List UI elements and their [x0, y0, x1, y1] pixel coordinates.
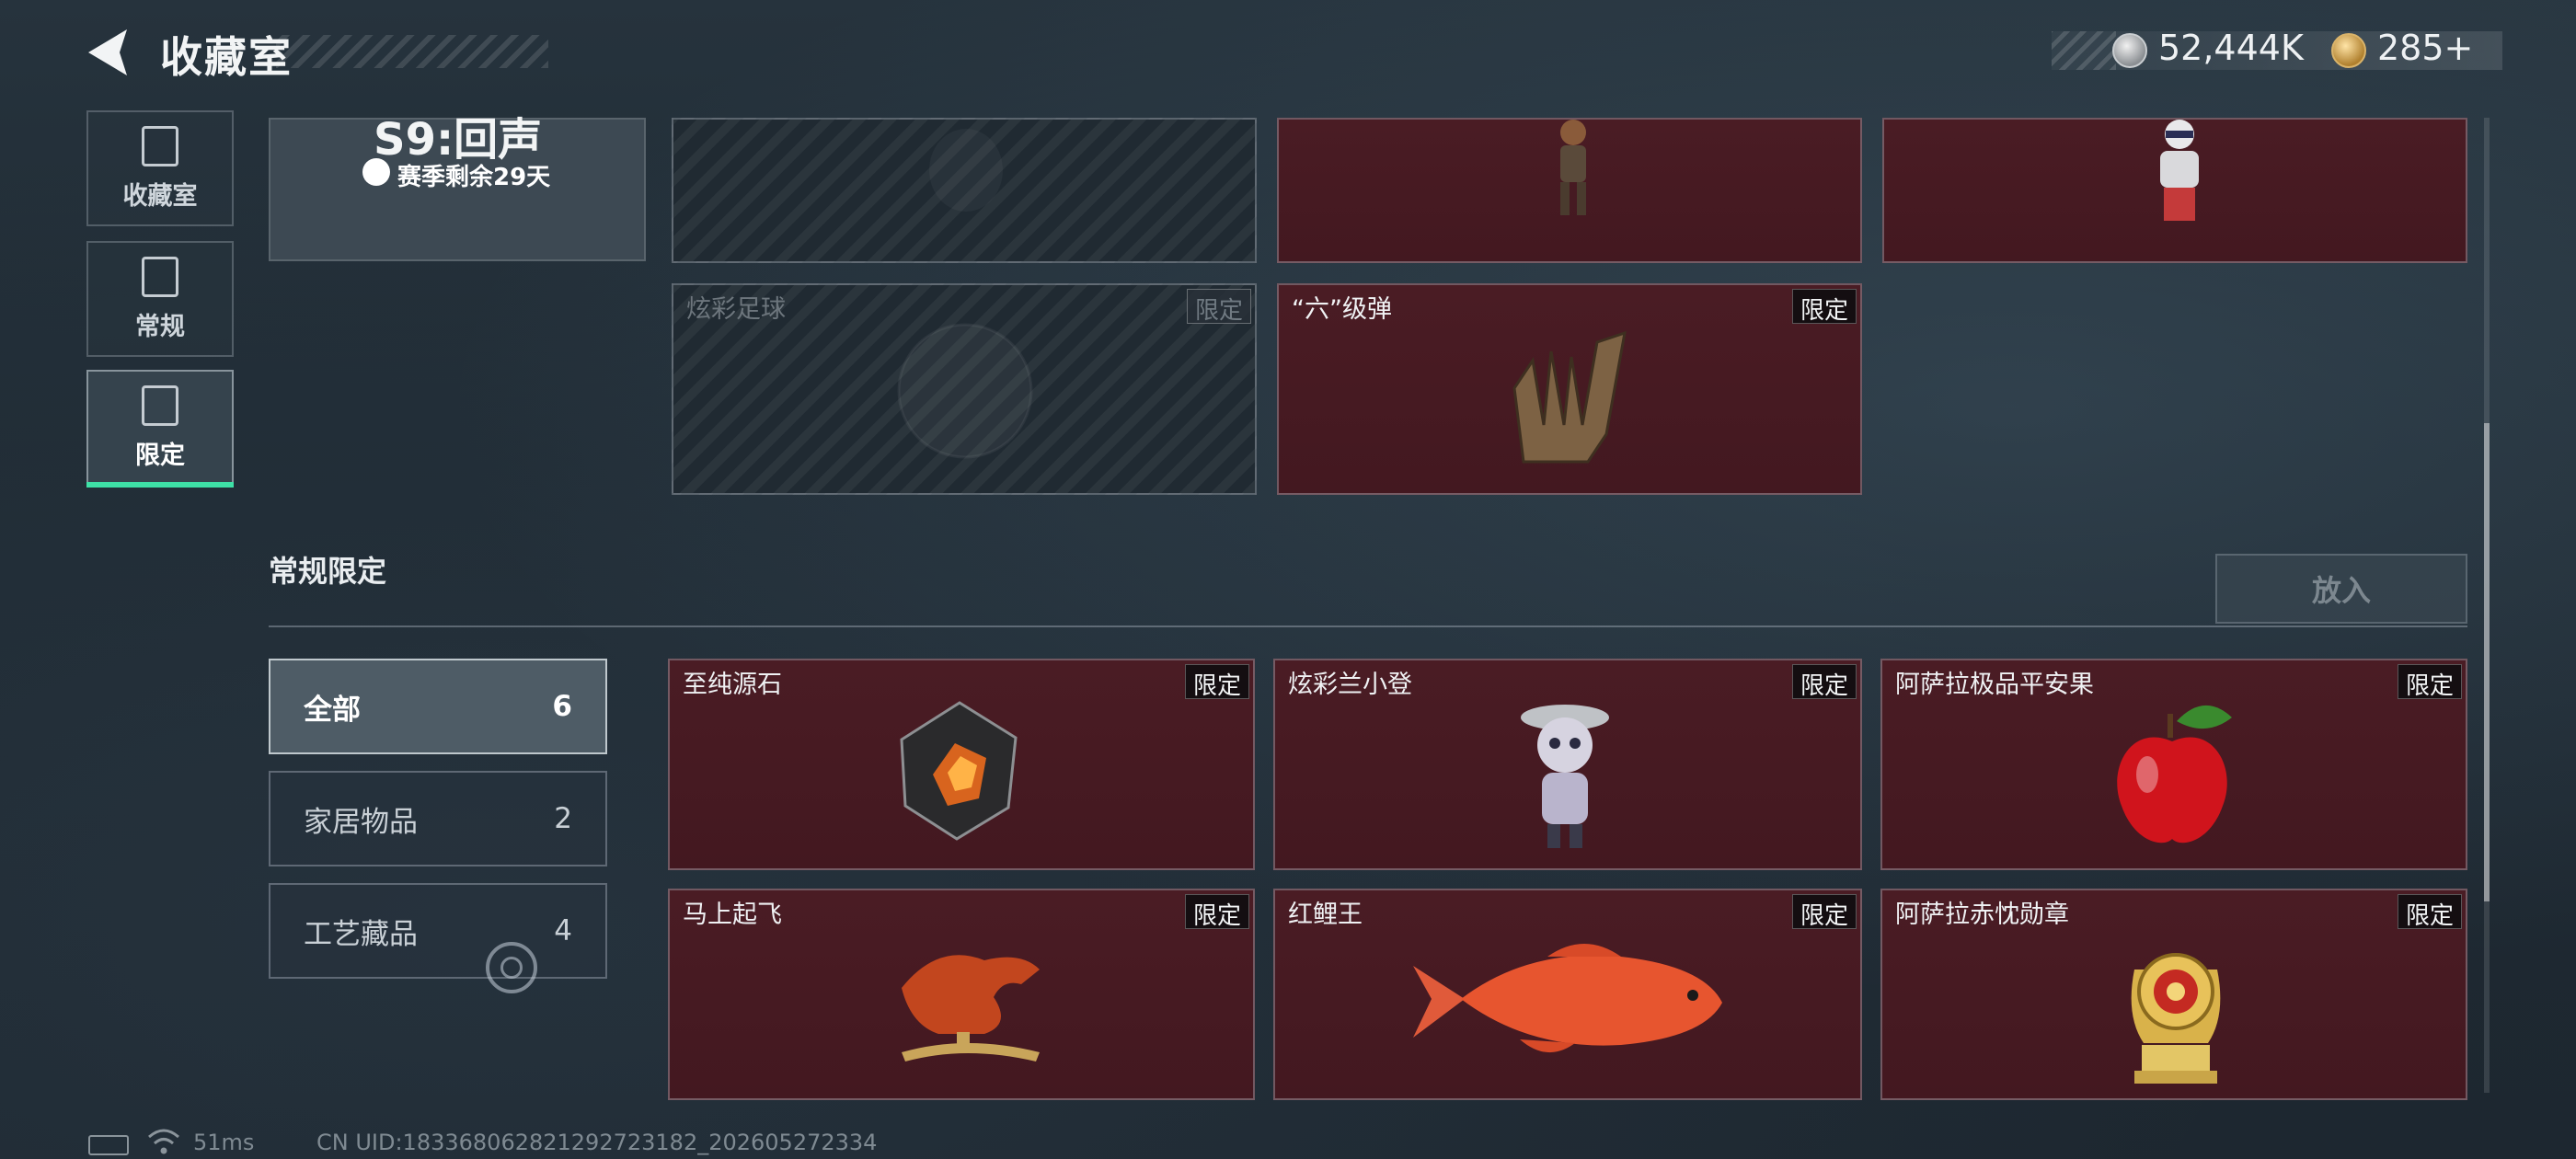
filter-label: 家居物品: [304, 805, 418, 839]
nav-item-label: 收藏室: [122, 181, 198, 211]
collection-card[interactable]: 阿萨拉赤忱勋章 限定: [1880, 889, 2467, 1100]
wifi-icon: [148, 1129, 179, 1154]
nav-item-regular[interactable]: 常规: [86, 241, 234, 357]
nav-item-limited[interactable]: 限定: [86, 370, 234, 486]
limited-badge: 限定: [1184, 664, 1249, 700]
limited-badge: 限定: [1791, 664, 1857, 700]
nav-item-label: 常规: [135, 312, 185, 341]
put-in-button[interactable]: 放入: [2215, 554, 2467, 624]
limited-badge: 限定: [2397, 664, 2462, 700]
vault-icon: [142, 125, 178, 166]
filter-label: 工艺藏品: [304, 917, 418, 951]
filter-count: 4: [554, 914, 572, 947]
filter-all[interactable]: 全部 6: [269, 659, 607, 754]
section-title: 常规限定: [269, 554, 387, 589]
card-name: 阿萨拉极品平安果: [1895, 671, 2094, 699]
limited-badge: 限定: [1184, 894, 1249, 930]
filter-craft-items[interactable]: 工艺藏品 4: [269, 883, 607, 979]
football-silhouette: [897, 323, 1033, 459]
ping-value: 51ms: [193, 1130, 255, 1155]
collection-card-locked[interactable]: [672, 118, 1257, 263]
carp-art: [1413, 944, 1722, 1053]
regular-icon: [142, 256, 178, 297]
collection-card[interactable]: 阿萨拉极品平安果 限定: [1880, 659, 2467, 870]
collection-card[interactable]: 至纯源石 限定: [668, 659, 1255, 870]
figure-art: [1560, 120, 1586, 215]
card-name: 炫彩足球: [686, 295, 786, 324]
nav-active-indicator: [86, 482, 234, 488]
limited-badge: 限定: [1186, 289, 1251, 325]
card-name: 炫彩兰小登: [1288, 671, 1412, 699]
locked-item-silhouette: [929, 129, 1003, 212]
gold-coin-icon: [2331, 33, 2366, 68]
silver-currency-value: 52,444K: [2158, 28, 2304, 68]
collection-card[interactable]: [1277, 118, 1862, 263]
filter-label: 全部: [304, 693, 361, 727]
collection-card[interactable]: [1882, 118, 2467, 263]
clock-icon: [362, 158, 390, 186]
filter-count: 6: [552, 690, 572, 723]
figurine-art: [1521, 705, 1609, 848]
medal-art: [2131, 953, 2221, 1084]
uid-text: CN UID:18336806282129272318​2_2026052723…: [316, 1130, 878, 1155]
card-name: “六”级弹: [1292, 295, 1392, 324]
horse-art: [902, 955, 1040, 1061]
collection-card[interactable]: 红鲤王 限定: [1273, 889, 1862, 1100]
scrollbar-thumb[interactable]: [2484, 423, 2490, 901]
season-remaining: 赛季剩余29天: [397, 164, 551, 191]
limited-badge: 限定: [2397, 894, 2462, 930]
card-name: 红鲤王: [1288, 901, 1363, 929]
nav-item-vault[interactable]: 收藏室: [86, 110, 234, 226]
back-arrow-icon[interactable]: [85, 26, 136, 79]
filter-home-items[interactable]: 家居物品 2: [269, 771, 607, 866]
gold-currency-value[interactable]: 285+: [2377, 28, 2473, 68]
section-divider: [269, 625, 2467, 627]
source-stone-art: [900, 701, 1018, 841]
figure-art: [2160, 120, 2199, 221]
collection-card-locked[interactable]: 炫彩足球 限定: [672, 283, 1257, 495]
limited-badge: 限定: [1791, 894, 1857, 930]
nav-item-label: 限定: [135, 441, 185, 470]
silver-coin-icon: [2112, 33, 2147, 68]
filter-count: 2: [554, 802, 572, 835]
collection-card[interactable]: “六”级弹 限定: [1277, 283, 1862, 495]
collection-card[interactable]: 马上起飞 限定: [668, 889, 1255, 1100]
battery-icon: [88, 1135, 129, 1155]
bullet-hand-art: [1512, 330, 1627, 464]
touch-indicator-inner: [500, 957, 523, 979]
collection-card[interactable]: 炫彩兰小登 限定: [1273, 659, 1862, 870]
card-name: 至纯源石: [683, 671, 782, 699]
limited-badge: 限定: [1791, 289, 1857, 325]
currency-bar-decoration: [2052, 31, 2116, 70]
card-name: 马上起飞: [683, 901, 782, 929]
card-name: 阿萨拉赤忱勋章: [1895, 901, 2069, 929]
title-decoration: [276, 35, 548, 68]
limited-icon: [142, 384, 178, 426]
page-title: 收藏室: [160, 32, 293, 82]
apple-art: [2117, 705, 2232, 843]
